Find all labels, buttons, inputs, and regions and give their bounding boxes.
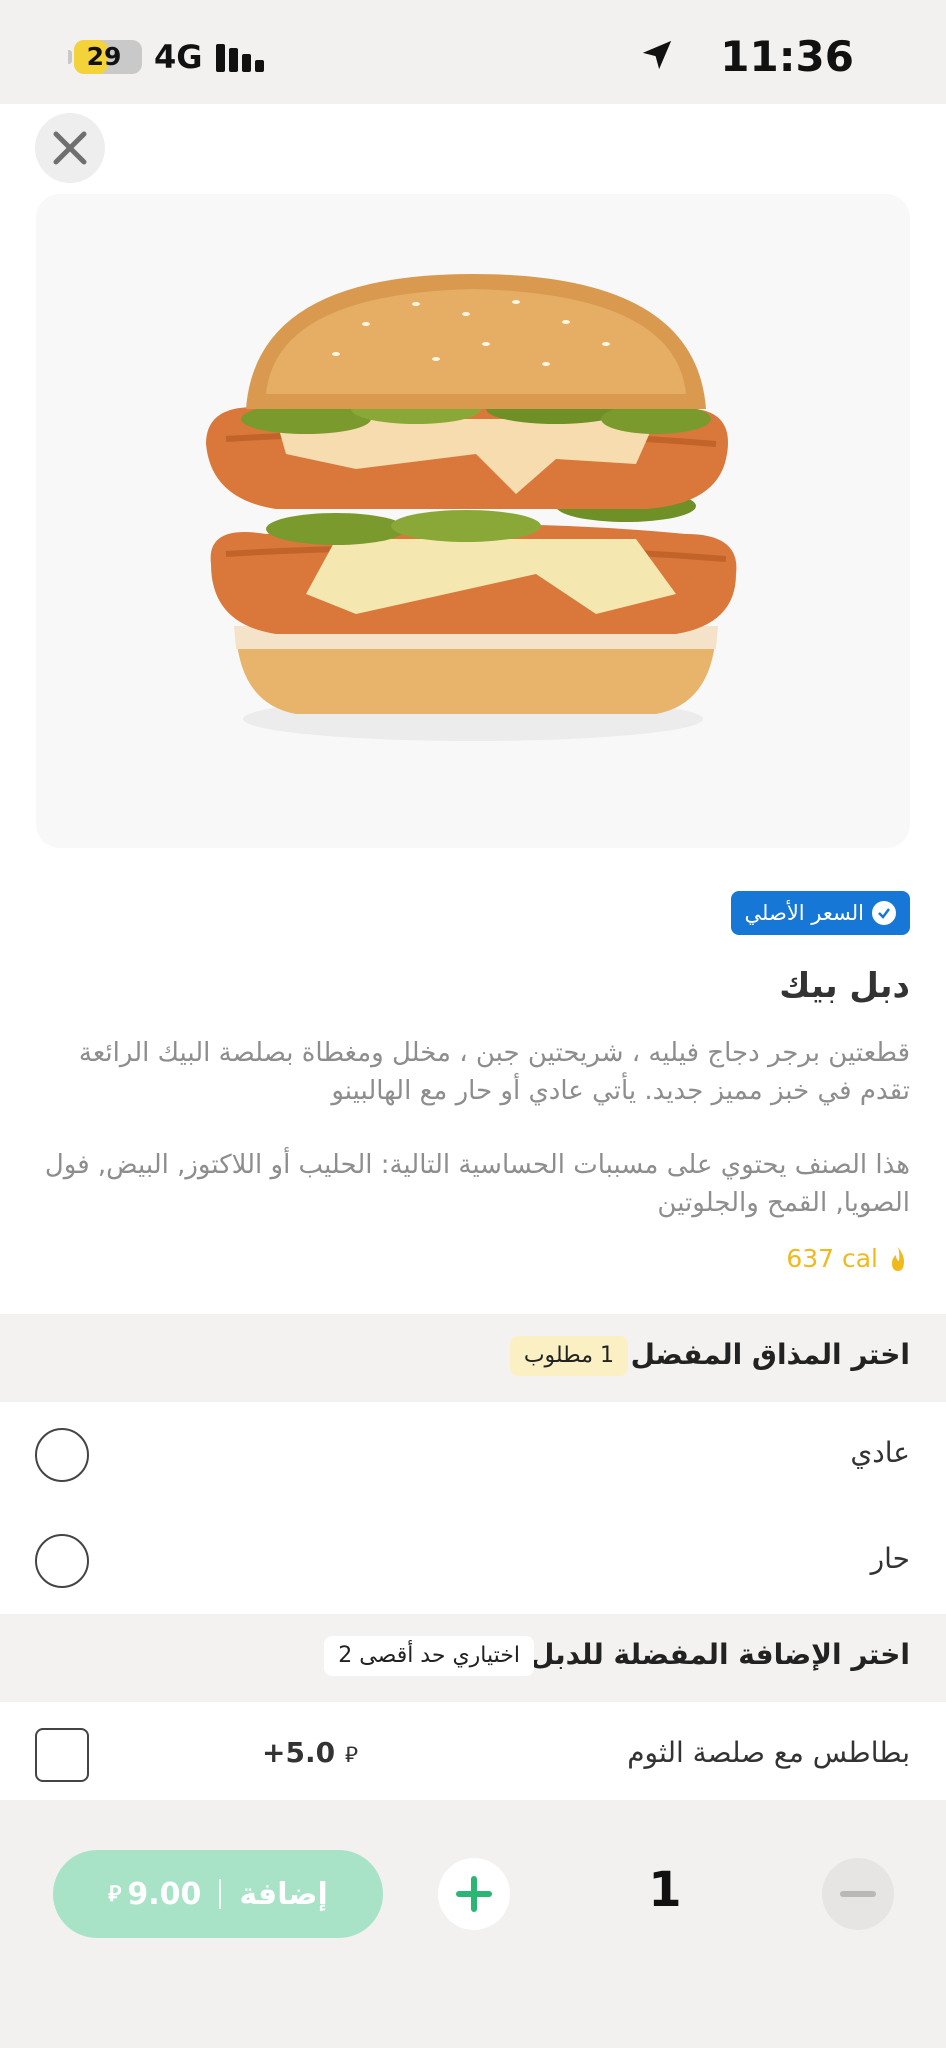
decrease-quantity-button[interactable] [822,1858,894,1930]
minus-icon [840,1891,876,1897]
section-title: اختر الإضافة المفضلة للدبل [530,1638,910,1671]
addon-section-header: اختر الإضافة المفضلة للدبل اختياري حد أق… [0,1614,946,1702]
option-price: +5.0 ⃁ [262,1736,358,1769]
optional-tag: اختياري حد أقصى 2 [324,1636,534,1676]
product-title: دبل بيك [779,966,910,1006]
bottom-bar: ⃁ 9.00 إضافة 1 [0,1800,946,2048]
option-fries-garlic[interactable]: بطاطس مع صلصة الثوم +5.0 ⃁ [0,1702,946,1808]
option-label: بطاطس مع صلصة الثوم [627,1736,910,1769]
battery-level: 29 [86,42,122,71]
checkbox[interactable] [35,1728,89,1782]
allergens-text: هذا الصنف يحتوي على مسببات الحساسية التا… [44,1150,910,1218]
burger-illustration [206,274,737,741]
radio-button[interactable] [35,1534,89,1588]
riyal-icon: ⃁ [108,1882,122,1907]
riyal-icon: ⃁ [344,1743,358,1768]
check-icon [872,901,896,925]
option-label: حار [870,1542,910,1575]
close-button[interactable] [35,113,105,183]
battery-icon: 29 [74,40,142,74]
product-description: قطعتين برجر دجاج فيليه ، شريحتين جبن ، م… [78,1038,910,1106]
location-arrow-icon [642,40,672,70]
network-type: 4G [154,38,203,76]
plus-icon [456,1876,492,1912]
quantity: 1 [648,1862,682,1918]
flame-icon [892,1246,904,1271]
add-to-cart-button[interactable]: ⃁ 9.00 إضافة [53,1850,383,1938]
radio-button[interactable] [35,1428,89,1482]
option-spicy[interactable]: حار [0,1508,946,1614]
option-regular[interactable]: عادي [0,1402,946,1508]
clock: 11:36 [720,32,854,81]
status-bar: 29 4G 11:36 [0,0,946,104]
calories: 637 cal [786,1244,910,1273]
close-icon [53,131,87,165]
signal-icon [216,40,266,72]
original-price-badge: السعر الأصلي [730,891,910,935]
product-image [36,194,910,848]
taste-section-header: اختر المذاق المفضل 1 مطلوب [0,1314,946,1402]
price-group: ⃁ 9.00 [108,1877,201,1912]
total-price: 9.00 [127,1876,202,1912]
badge-label: السعر الأصلي [744,901,864,925]
calories-value: 637 cal [786,1244,878,1273]
section-title: اختر المذاق المفضل [630,1338,910,1371]
required-tag: 1 مطلوب [509,1336,628,1376]
option-label: عادي [850,1436,910,1469]
add-label: إضافة [239,1876,328,1912]
increase-quantity-button[interactable] [438,1858,510,1930]
